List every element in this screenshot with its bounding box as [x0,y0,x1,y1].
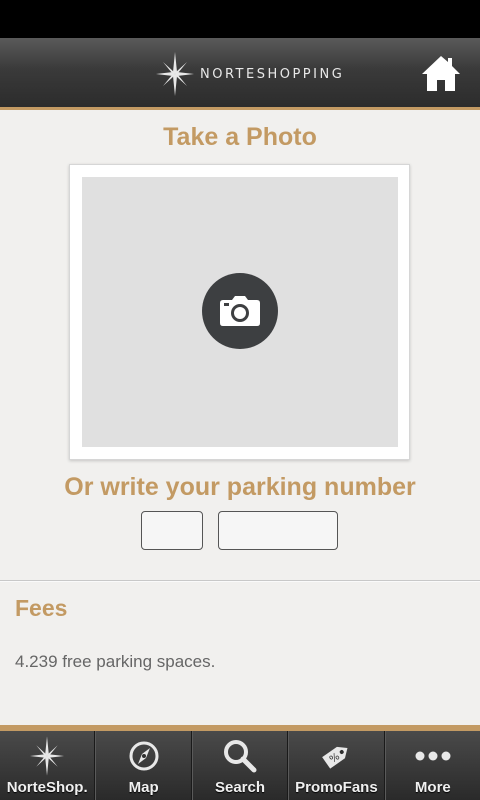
main-content: Take a Photo Or write your parking numbe… [0,113,480,725]
tab-label: More [414,779,451,796]
app-header: NORTESHOPPING [0,38,480,110]
compass-star-icon [30,736,65,776]
photo-area[interactable] [82,177,398,447]
parking-number-field[interactable] [218,511,338,550]
tab-bar: NorteShop. Map Search % PromoFans More [0,725,480,800]
search-icon [224,740,257,773]
tab-label: Map [128,779,159,796]
tag-icon: % [322,746,348,769]
tab-map[interactable]: Map [95,731,192,800]
divider [0,580,480,582]
more-icon [415,751,451,761]
tab-search[interactable]: Search [191,731,289,800]
parking-title: Or write your parking number [64,473,416,501]
tab-label: Search [214,779,266,796]
compass-icon [129,741,159,771]
photo-title: Take a Photo [163,123,317,151]
tab-label: NorteShop. [6,779,88,796]
camera-button[interactable] [202,273,278,349]
logo-text: NORTESHOPPING [200,66,345,82]
fees-title: Fees [15,595,68,621]
tab-label: PromoFans [295,779,378,796]
tab-promofans[interactable]: % PromoFans [288,731,385,800]
compass-star-logo-icon [156,52,194,96]
tab-norteshop[interactable]: NorteShop. [0,731,96,800]
photo-frame[interactable] [69,164,410,460]
tab-more[interactable]: More [384,731,480,800]
fees-text: 4.239 free parking spaces. [15,652,216,671]
status-bar [0,0,480,38]
camera-icon [220,296,260,326]
logo: NORTESHOPPING [156,52,344,96]
home-icon [422,56,460,91]
parking-section-field[interactable] [141,511,203,550]
home-button[interactable] [420,54,462,94]
